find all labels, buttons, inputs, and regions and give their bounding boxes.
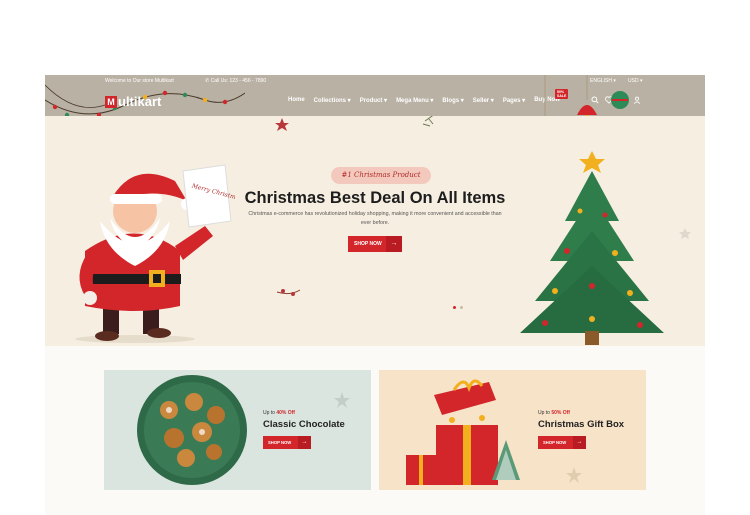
logo-mark: M (105, 95, 117, 108)
hero-shop-now-button[interactable]: SHOP NOW → (348, 236, 402, 252)
welcome-text: Welcome to Our store Multikart (105, 78, 174, 84)
slider-dot[interactable] (453, 306, 456, 309)
arrow-right-icon: → (386, 236, 402, 252)
promo-card-gift-box[interactable]: Up to 50% Off Christmas Gift Box SHOP NO… (379, 370, 646, 490)
slider-dot[interactable] (460, 306, 463, 309)
nav-pages[interactable]: Pages ▾ (503, 97, 525, 104)
hero-tag: #1 Christmas Product (331, 167, 431, 184)
main-nav: Home Collections ▾ Product ▾ Mega Menu ▾… (288, 89, 569, 104)
nav-product-label: Product (359, 98, 383, 104)
nav-mega-menu-label: Mega Menu (396, 98, 429, 104)
logo-text: ultikart (118, 94, 162, 109)
card-shop-now-label: SHOP NOW (543, 440, 567, 445)
card-discount-prefix: Up to (263, 410, 277, 416)
page-frame: Welcome to Our store Multikart ✆ Call Us… (45, 75, 705, 515)
cookie-plate-image (137, 375, 247, 485)
star-decor (334, 392, 350, 408)
card-discount-prefix: Up to (538, 410, 552, 416)
call-number: Call Us: 123 - 456 - 7890 (210, 78, 267, 84)
call-text: ✆ Call Us: 123 - 456 - 7890 (205, 78, 266, 84)
card-shop-now-button[interactable]: SHOP NOW → (263, 436, 311, 449)
card-title: Christmas Gift Box (538, 419, 625, 430)
arrow-right-icon: → (298, 436, 311, 449)
nav-mega-menu[interactable]: Mega Menu ▾ (396, 97, 433, 104)
gift-box-image (406, 379, 520, 485)
nav-pages-label: Pages (502, 98, 521, 104)
slider-dots (453, 306, 463, 309)
logo[interactable]: M ultikart (105, 94, 161, 109)
christmas-tree-illustration (520, 151, 664, 345)
promo-card-chocolate[interactable]: Up to 40% Off Classic Chocolate SHOP NOW… (104, 370, 371, 490)
card-discount: Up to 40% Off (263, 410, 295, 416)
star-decor (566, 467, 582, 483)
nav-collections[interactable]: Collections ▾ (314, 97, 351, 104)
nav-product[interactable]: Product ▾ (360, 97, 387, 104)
arrow-right-icon: → (573, 436, 586, 449)
nav-collections-label: Collections (313, 98, 347, 104)
card-discount: Up to 50% Off (538, 410, 570, 416)
hero-title: Christmas Best Deal On All Items (244, 189, 506, 207)
card-discount-value: 50% Off (551, 410, 570, 416)
card-title: Classic Chocolate (263, 419, 345, 430)
nav-blogs[interactable]: Blogs ▾ (442, 97, 463, 104)
nav-blogs-label: Blogs (442, 98, 460, 104)
nav-seller[interactable]: Seller ▾ (473, 97, 494, 104)
hero-subtitle: Christmas e-commerce has revolutionized … (248, 211, 502, 226)
card-shop-now-label: SHOP NOW (268, 440, 292, 445)
nav-seller-label: Seller (472, 98, 490, 104)
hero-banner: Merry Christmas #1 Christmas Product Chr… (45, 116, 705, 346)
card-shop-now-button[interactable]: SHOP NOW → (538, 436, 586, 449)
header-band: Welcome to Our store Multikart ✆ Call Us… (45, 75, 705, 165)
nav-home[interactable]: Home (288, 97, 305, 104)
hero-shop-now-label: SHOP NOW (354, 241, 382, 247)
card-discount-value: 40% Off (276, 410, 295, 416)
